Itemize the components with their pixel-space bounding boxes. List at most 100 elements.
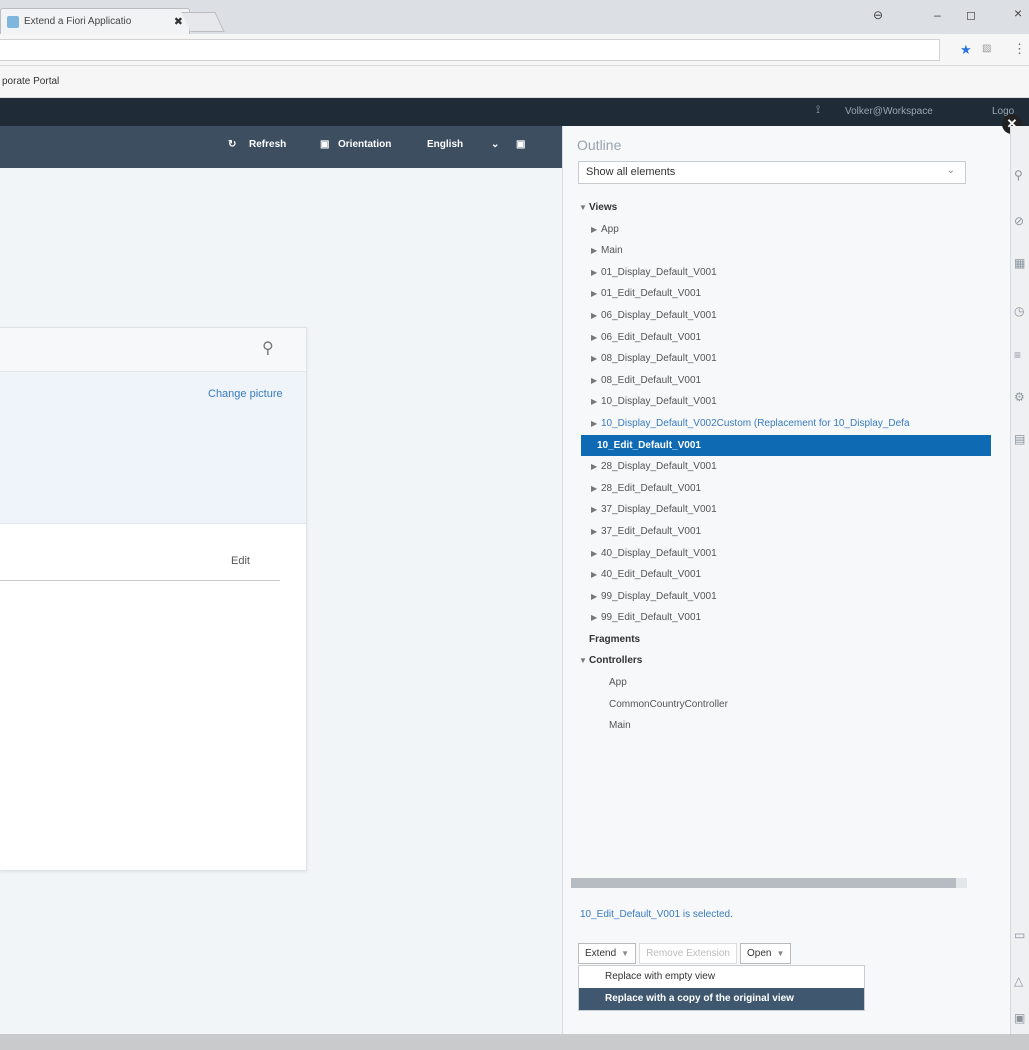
- bookmarks-bar: porate Portal: [0, 66, 1029, 98]
- refresh-button[interactable]: Refresh: [249, 139, 286, 150]
- link-icon[interactable]: ⊘: [1014, 214, 1024, 228]
- panel-icon[interactable]: ▭: [1014, 928, 1025, 942]
- tree-node-view[interactable]: ▶ 99_Edit_Default_V001: [575, 607, 1011, 629]
- tree-node-view[interactable]: ▶ 01_Edit_Default_V001: [575, 283, 1011, 305]
- tree-node-view[interactable]: ▶ 06_Display_Default_V001: [575, 305, 1011, 327]
- status-bar: [0, 1034, 1029, 1050]
- language-select[interactable]: English: [427, 139, 463, 150]
- right-sidebar: ⚲ ⊘ ▦ ◷ ≡ ⚙ ▤ ▭ △ ▣: [1010, 126, 1029, 1034]
- orientation-button[interactable]: Orientation: [338, 139, 391, 150]
- caret-right-icon: ▶: [591, 267, 598, 277]
- preview-card: ⚲ Change picture Edit: [0, 327, 307, 871]
- tree-node-view[interactable]: ▶ 06_Edit_Default_V001: [575, 327, 1011, 349]
- caret-right-icon: ▶: [591, 548, 598, 558]
- tab-close-icon[interactable]: ✖: [174, 15, 183, 28]
- favicon-icon: [7, 15, 19, 28]
- caret-right-icon: ▶: [591, 246, 598, 256]
- tree-node-view[interactable]: ▶ Main: [575, 240, 1011, 262]
- console-icon[interactable]: ▣: [1014, 1011, 1025, 1025]
- shell-bar: ⟟ Volker@Workspace Logo: [0, 98, 1029, 126]
- tab-title: Extend a Fiori Applicatio: [24, 16, 132, 27]
- user-name[interactable]: Volker@Workspace: [845, 106, 933, 117]
- profile-icon[interactable]: ⊖: [873, 8, 883, 22]
- chevron-down-icon[interactable]: ⌄: [491, 139, 499, 150]
- caret-right-icon: ▶: [591, 332, 598, 342]
- tree-node-controllers[interactable]: ▼ Controllers: [575, 650, 1011, 672]
- tree-node-view[interactable]: ▶ 99_Display_Default_V001: [575, 586, 1011, 608]
- caret-right-icon: ▶: [591, 310, 598, 320]
- edit-link[interactable]: Edit: [231, 555, 250, 567]
- orientation-icon[interactable]: ▣: [320, 139, 329, 150]
- tree-node-custom-view[interactable]: ▶ 10_Display_Default_V002Custom (Replacem…: [575, 413, 1011, 435]
- fullscreen-icon[interactable]: ▣: [516, 139, 525, 150]
- outline-actions: Extend ▼ Remove Extension Open ▼: [578, 943, 792, 965]
- tree-node-controller[interactable]: App: [575, 672, 1011, 694]
- browser-tab[interactable]: Extend a Fiori Applicatio ✖: [0, 8, 190, 34]
- browser-menu-icon[interactable]: ⋮: [1013, 41, 1026, 57]
- tree-node-view[interactable]: ▶ 28_Display_Default_V001: [575, 456, 1011, 478]
- card-header: ⚲: [0, 328, 306, 372]
- list-icon[interactable]: ≡: [1014, 348, 1021, 362]
- address-bar: ★ ▨ ⋮: [0, 34, 1029, 66]
- chat-icon[interactable]: ⟟: [816, 104, 820, 117]
- settings-icon[interactable]: ⚙: [1014, 390, 1025, 404]
- tree-node-view[interactable]: ▶ 28_Edit_Default_V001: [575, 478, 1011, 500]
- outline-icon[interactable]: ▤: [1014, 432, 1025, 446]
- caret-right-icon: ▶: [591, 224, 598, 234]
- menu-item-replace-copy[interactable]: Replace with a copy of the original view: [579, 988, 864, 1010]
- tree-node-controller[interactable]: CommonCountryController: [575, 694, 1011, 716]
- caret-right-icon: ▶: [591, 570, 598, 580]
- warning-icon[interactable]: △: [1014, 974, 1023, 988]
- caret-right-icon: ▶: [591, 375, 598, 385]
- open-button[interactable]: Open ▼: [740, 943, 792, 964]
- tree-node-view[interactable]: ▶ 37_Edit_Default_V001: [575, 521, 1011, 543]
- remove-extension-button[interactable]: Remove Extension: [639, 943, 737, 964]
- menu-item-replace-empty[interactable]: Replace with empty view: [579, 966, 864, 988]
- scrollbar-thumb[interactable]: [571, 878, 956, 888]
- extend-button[interactable]: Extend ▼: [578, 943, 637, 964]
- search-icon[interactable]: ⚲: [262, 338, 274, 358]
- caret-right-icon: ▶: [591, 483, 598, 493]
- tree-node-view[interactable]: ▶ App: [575, 219, 1011, 241]
- tree-node-view[interactable]: ▶ 40_Display_Default_V001: [575, 543, 1011, 565]
- change-picture-link[interactable]: Change picture: [208, 388, 283, 400]
- tree-node-view[interactable]: ▶ 40_Edit_Default_V001: [575, 564, 1011, 586]
- history-icon[interactable]: ◷: [1014, 304, 1024, 318]
- outline-title: Outline: [577, 137, 622, 153]
- caret-down-icon: ▼: [579, 203, 587, 212]
- caret-right-icon: ▶: [591, 354, 598, 364]
- tree-node-selected-view[interactable]: 10_Edit_Default_V001: [581, 434, 991, 457]
- minimize-icon[interactable]: –: [934, 8, 941, 22]
- tree-node-view[interactable]: ▶ 37_Display_Default_V001: [575, 499, 1011, 521]
- tree-node-views[interactable]: ▼ Views: [575, 197, 1011, 219]
- caret-right-icon: ▶: [591, 397, 598, 407]
- caret-down-icon: ▼: [579, 656, 587, 666]
- bookmark-corporate-portal[interactable]: porate Portal: [2, 76, 59, 87]
- url-input[interactable]: [0, 39, 940, 61]
- extend-menu: Replace with empty view Replace with a c…: [578, 965, 865, 1011]
- chevron-down-icon: ⌄: [946, 165, 955, 176]
- preview-toolbar: ↻ Refresh ▣ Orientation English ⌄ ▣: [0, 126, 562, 168]
- tree-node-view[interactable]: ▶ 08_Display_Default_V001: [575, 348, 1011, 370]
- window-close-icon[interactable]: ×: [1014, 5, 1022, 21]
- extension-icon[interactable]: ▨: [982, 43, 991, 54]
- caret-right-icon: ▶: [591, 613, 598, 623]
- selection-status: 10_Edit_Default_V001 is selected.: [580, 909, 733, 920]
- tree-node-fragments[interactable]: Fragments: [575, 629, 1011, 651]
- chevron-down-icon: ▼: [776, 949, 785, 958]
- maximize-icon[interactable]: ◻: [966, 8, 976, 22]
- caret-right-icon: ▶: [591, 462, 598, 472]
- outline-filter-value: Show all elements: [586, 166, 676, 178]
- tree-node-view[interactable]: ▶ 01_Display_Default_V001: [575, 262, 1011, 284]
- outline-panel: Outline Show all elements ⌄ ▼ Views ▶ App …: [562, 126, 1010, 1034]
- tree-node-view[interactable]: ▶ 08_Edit_Default_V001: [575, 370, 1011, 392]
- search-icon[interactable]: ⚲: [1014, 168, 1023, 182]
- horizontal-scrollbar[interactable]: [571, 878, 967, 888]
- star-icon[interactable]: ★: [960, 42, 972, 58]
- divider: [0, 580, 280, 581]
- calendar-icon[interactable]: ▦: [1014, 256, 1025, 270]
- tree-node-controller[interactable]: Main: [575, 715, 1011, 737]
- refresh-icon[interactable]: ↻: [228, 139, 236, 150]
- outline-filter-select[interactable]: Show all elements ⌄: [578, 161, 966, 184]
- tree-node-view[interactable]: ▶ 10_Display_Default_V001: [575, 391, 1011, 413]
